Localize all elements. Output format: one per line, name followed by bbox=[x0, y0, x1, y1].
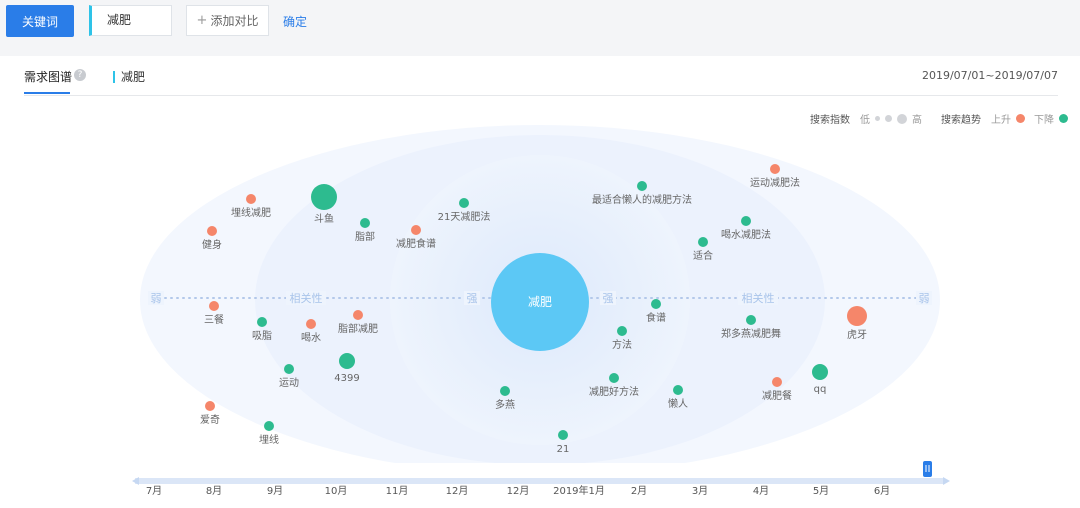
node-label[interactable]: 运动减肥法 bbox=[750, 176, 800, 189]
timeline-handle bbox=[923, 461, 932, 477]
timeline-month[interactable]: 7月 bbox=[146, 485, 162, 497]
node-label[interactable]: 健身 bbox=[202, 238, 222, 251]
legend-index-label: 搜索指数 bbox=[810, 115, 850, 126]
node-label[interactable]: 脂部减肥 bbox=[338, 322, 378, 335]
node-bubble[interactable] bbox=[772, 377, 782, 387]
node-bubble[interactable] bbox=[207, 226, 217, 236]
node-label[interactable]: 埋线 bbox=[259, 433, 279, 446]
legend-down-dot bbox=[1059, 114, 1068, 123]
node-bubble[interactable] bbox=[306, 319, 316, 329]
timeline-month[interactable]: 2019年1月 bbox=[553, 484, 605, 497]
node-label[interactable]: 喝水 bbox=[301, 332, 321, 344]
legend-dot-medium bbox=[885, 115, 892, 122]
tab-underline bbox=[24, 92, 70, 94]
node-label[interactable]: 减肥好方法 bbox=[589, 385, 639, 398]
graph-node[interactable]: 爱奇 bbox=[200, 401, 220, 426]
axis-relevance-left: 相关性 bbox=[290, 291, 323, 305]
axis-relevance-right: 相关性 bbox=[742, 291, 775, 305]
timeline-month[interactable]: 10月 bbox=[325, 485, 348, 497]
node-label[interactable]: 21天减肥法 bbox=[438, 210, 491, 223]
timeline-month[interactable]: 4月 bbox=[753, 485, 769, 497]
node-label[interactable]: 减肥餐 bbox=[762, 389, 792, 402]
legend-down: 下降 bbox=[1034, 115, 1054, 126]
node-label[interactable]: 运动 bbox=[279, 377, 299, 389]
demand-graph: 弱相关性强强相关性弱 减肥 埋线减肥健身斗鱼脂部减肥食谱21天减肥法最适合懒人的… bbox=[0, 125, 1080, 508]
axis-weak-left: 弱 bbox=[151, 292, 162, 305]
node-bubble[interactable] bbox=[637, 181, 647, 191]
node-label[interactable]: 食谱 bbox=[646, 311, 666, 324]
node-label[interactable]: 虎牙 bbox=[847, 329, 867, 341]
node-label[interactable]: 喝水减肥法 bbox=[721, 228, 771, 241]
timeline-month[interactable]: 11月 bbox=[386, 485, 409, 497]
timeline-month[interactable]: 3月 bbox=[692, 485, 708, 497]
node-bubble[interactable] bbox=[360, 218, 370, 228]
timeline-month[interactable]: 9月 bbox=[267, 485, 283, 497]
axis-strong-left: 强 bbox=[467, 292, 478, 305]
node-bubble[interactable] bbox=[264, 421, 274, 431]
keyword-tag: 减肥 bbox=[113, 71, 145, 83]
node-bubble[interactable] bbox=[812, 364, 828, 380]
node-bubble[interactable] bbox=[339, 353, 355, 369]
legend-up-dot bbox=[1016, 114, 1025, 123]
node-label[interactable]: 脂部 bbox=[355, 230, 375, 243]
node-bubble[interactable] bbox=[284, 364, 294, 374]
center-label: 减肥 bbox=[528, 295, 552, 309]
node-bubble[interactable] bbox=[698, 237, 708, 247]
node-label[interactable]: qq bbox=[814, 384, 827, 395]
node-bubble[interactable] bbox=[770, 164, 780, 174]
legend-dot-large bbox=[897, 113, 907, 124]
legend-high: 高 bbox=[912, 115, 922, 126]
legend-dot-small bbox=[875, 116, 880, 121]
node-bubble[interactable] bbox=[353, 310, 363, 320]
node-bubble[interactable] bbox=[741, 216, 751, 226]
node-bubble[interactable] bbox=[411, 225, 421, 235]
node-bubble[interactable] bbox=[205, 401, 215, 411]
node-bubble[interactable] bbox=[558, 430, 568, 440]
node-bubble[interactable] bbox=[847, 306, 867, 326]
node-label[interactable]: 适合 bbox=[693, 249, 713, 262]
node-label[interactable]: 方法 bbox=[612, 338, 632, 351]
node-label[interactable]: 21 bbox=[557, 444, 570, 455]
divider bbox=[24, 95, 1058, 96]
node-bubble[interactable] bbox=[651, 299, 661, 309]
timeline-month[interactable]: 12月 bbox=[446, 485, 469, 497]
legend-low: 低 bbox=[860, 115, 870, 126]
node-bubble[interactable] bbox=[311, 184, 337, 210]
node-label[interactable]: 4399 bbox=[334, 373, 359, 384]
node-bubble[interactable] bbox=[673, 385, 683, 395]
node-label[interactable]: 斗鱼 bbox=[314, 212, 334, 225]
tab-demand-graph[interactable]: 需求图谱 bbox=[24, 68, 72, 85]
node-label[interactable]: 郑多燕减肥舞 bbox=[721, 327, 781, 340]
node-bubble[interactable] bbox=[746, 315, 756, 325]
node-label[interactable]: 吸脂 bbox=[252, 329, 272, 342]
legend-trend-label: 搜索趋势 bbox=[941, 115, 981, 126]
node-bubble[interactable] bbox=[209, 301, 219, 311]
help-icon[interactable]: ? bbox=[74, 69, 86, 81]
axis-strong-right: 强 bbox=[603, 292, 614, 305]
graph-node[interactable]: 斗鱼 bbox=[311, 184, 337, 225]
timeline-month[interactable]: 6月 bbox=[874, 485, 890, 497]
node-label[interactable]: 多燕 bbox=[495, 398, 515, 411]
node-label[interactable]: 减肥食谱 bbox=[396, 237, 436, 250]
date-range[interactable]: 2019/07/01~2019/07/07 bbox=[922, 69, 1058, 82]
node-bubble[interactable] bbox=[609, 373, 619, 383]
node-bubble[interactable] bbox=[257, 317, 267, 327]
legend: 搜索指数 低 高 搜索趋势 上升 下降 bbox=[810, 111, 1068, 126]
timeline-month[interactable]: 2月 bbox=[631, 485, 647, 497]
axis-weak-right: 弱 bbox=[919, 292, 930, 305]
timeline-month[interactable]: 5月 bbox=[813, 485, 829, 497]
node-label[interactable]: 最适合懒人的减肥方法 bbox=[592, 193, 692, 206]
timeline-month[interactable]: 8月 bbox=[206, 485, 222, 497]
node-label[interactable]: 爱奇 bbox=[200, 413, 220, 426]
node-label[interactable]: 埋线减肥 bbox=[231, 206, 271, 219]
legend-up: 上升 bbox=[991, 115, 1011, 126]
timeline-month[interactable]: 12月 bbox=[507, 485, 530, 497]
node-bubble[interactable] bbox=[500, 386, 510, 396]
node-bubble[interactable] bbox=[459, 198, 469, 208]
node-bubble[interactable] bbox=[246, 194, 256, 204]
node-bubble[interactable] bbox=[617, 326, 627, 336]
node-label[interactable]: 懒人 bbox=[668, 397, 688, 410]
node-label[interactable]: 三餐 bbox=[204, 313, 224, 326]
